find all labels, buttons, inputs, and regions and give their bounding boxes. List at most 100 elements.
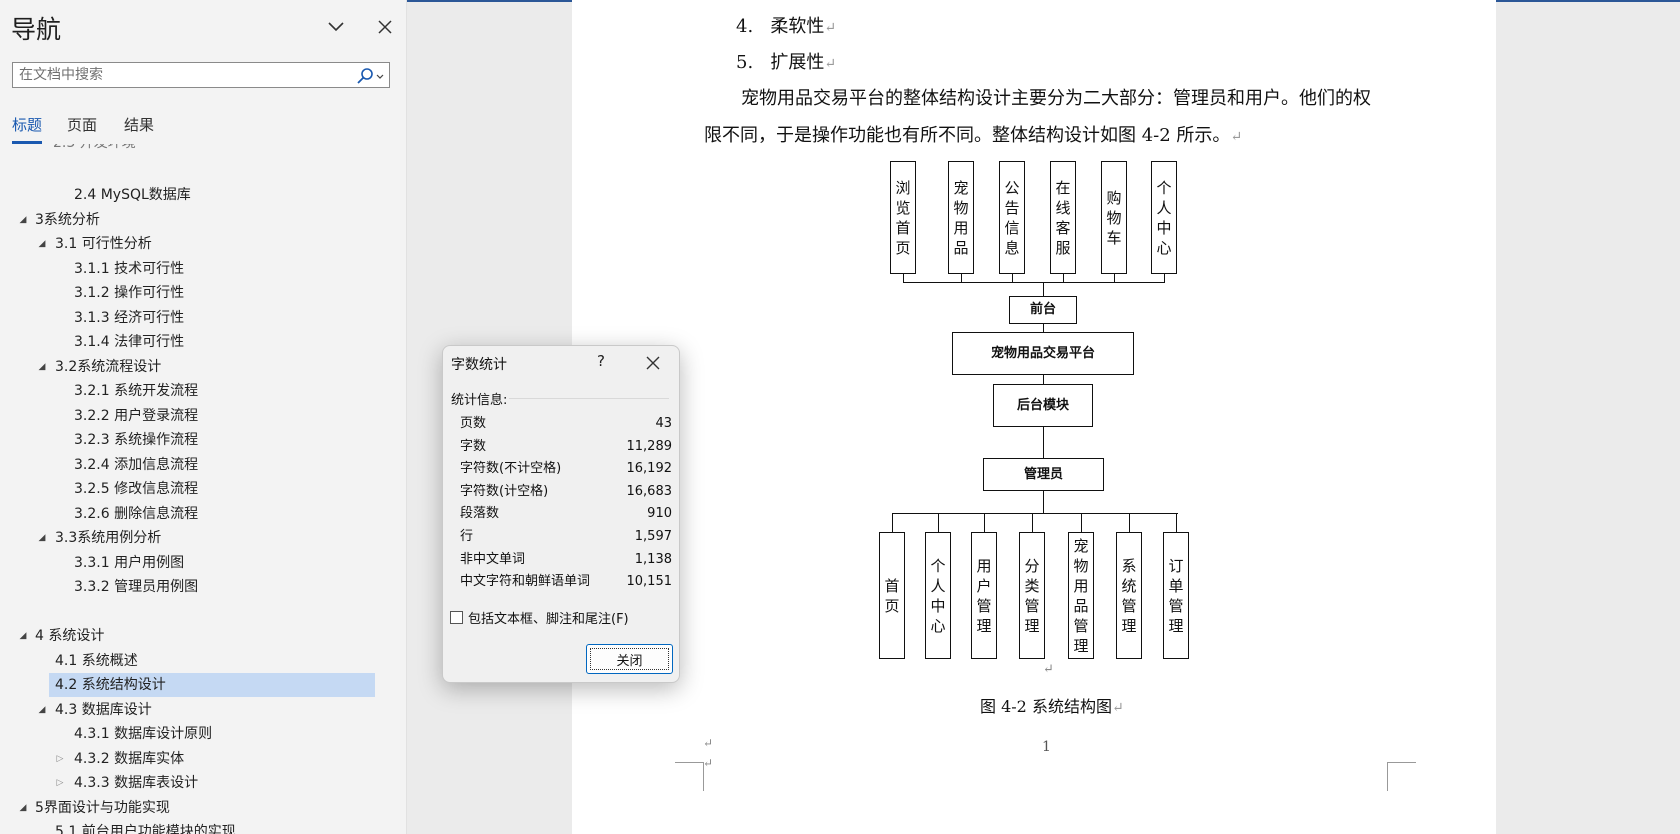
stat-row: 段落数 910 <box>460 503 672 525</box>
tree-item[interactable]: 3.2系统流程设计 <box>55 356 161 378</box>
diagram-box: 系统管理 <box>1116 532 1142 659</box>
expanded-arrow-icon[interactable] <box>37 233 47 255</box>
page-number: 1 <box>1042 739 1051 755</box>
diagram-box: 购物车 <box>1101 161 1127 274</box>
expanded-arrow-icon[interactable] <box>37 356 47 378</box>
nav-title: 导航 <box>11 15 62 44</box>
paragraph-line-1: 宠物用品交易平台的整体结构设计主要分为二大部分：管理员和用户。他们的权 <box>741 88 1371 109</box>
stat-row: 字符数(计空格) 16,683 <box>460 481 672 503</box>
tree-item[interactable]: 3.1.3 经济可行性 <box>74 307 184 329</box>
checkbox-label: 包括文本框、脚注和尾注(F) <box>468 612 629 627</box>
tree-item[interactable]: 3.2.6 删除信息流程 <box>74 503 198 525</box>
diagram-box: 个人中心 <box>1151 161 1177 274</box>
diagram-box-label: 管理员 <box>1023 466 1063 482</box>
nav-close-icon[interactable] <box>374 16 396 38</box>
close-button[interactable]: 关闭 <box>586 644 673 674</box>
tree-item[interactable]: 4.3.1 数据库设计原则 <box>74 723 212 745</box>
expanded-arrow-icon[interactable] <box>18 797 28 819</box>
stat-value: 1,138 <box>634 551 672 567</box>
diagram-box: 管理员 <box>983 458 1104 491</box>
tree-item-partial[interactable]: 2.3 开发环境 <box>53 144 136 152</box>
diagram-box-label: 购物车 <box>1106 188 1122 247</box>
connector-line <box>1043 491 1044 513</box>
search-icon[interactable] <box>355 67 385 85</box>
collapsed-arrow-icon[interactable] <box>55 748 65 770</box>
tree-item[interactable]: 4.2 系统结构设计 <box>55 674 166 696</box>
tree-item[interactable]: 3.1.2 操作可行性 <box>74 282 184 304</box>
connector-line <box>1129 513 1130 532</box>
stat-row: 页数 43 <box>460 413 672 435</box>
nav-options-chevron-icon[interactable] <box>325 16 347 38</box>
tree-item[interactable]: 4.1 系统概述 <box>55 650 138 672</box>
tree-item[interactable]: 3.3.1 用户用例图 <box>74 552 184 574</box>
list-item-4: 4. 柔软性↵ <box>736 12 836 38</box>
list-number: 4. <box>736 16 754 37</box>
checkbox-box[interactable] <box>450 611 463 624</box>
dialog-close-icon[interactable] <box>642 353 664 373</box>
stat-label: 字符数(不计空格) <box>460 461 562 477</box>
paragraph-mark: ↵ <box>703 736 714 750</box>
diagram-box: 浏览首页 <box>890 161 916 274</box>
stat-value: 43 <box>655 416 672 431</box>
stat-label: 段落数 <box>460 506 500 522</box>
nav-search-input[interactable] <box>19 65 349 85</box>
stat-row: 中文字符和朝鲜语单词 10,151 <box>460 571 672 593</box>
tree-item[interactable]: 5.1 前台用户功能模块的实现 <box>55 821 236 834</box>
tree-item[interactable]: 3.1 可行性分析 <box>55 233 152 255</box>
dialog-title: 字数统计 <box>451 357 507 373</box>
tree-item[interactable]: 2.4 MySQL数据库 <box>74 184 191 206</box>
tree-item[interactable]: 3.2.2 用户登录流程 <box>74 405 198 427</box>
tab-headings[interactable]: 标题 <box>12 114 43 144</box>
document-page: 4. 柔软性↵ 5. 扩展性↵ 宠物用品交易平台的整体结构设计主要分为二大部分：… <box>572 0 1496 834</box>
include-textboxes-checkbox[interactable]: 包括文本框、脚注和尾注(F) <box>450 608 629 627</box>
expanded-arrow-icon[interactable] <box>37 527 47 549</box>
expanded-arrow-icon[interactable] <box>18 625 28 647</box>
dialog-help-button[interactable]: ? <box>591 352 611 370</box>
tree-item[interactable]: 3.1.4 法律可行性 <box>74 331 184 353</box>
connector-line <box>1032 513 1033 532</box>
connector-line <box>1176 513 1177 532</box>
connector-line <box>1081 513 1082 532</box>
diagram-box: 宠物用品交易平台 <box>952 332 1134 375</box>
nav-search-box[interactable] <box>12 62 390 88</box>
diagram-box-label: 宠物用品管理 <box>1073 536 1089 655</box>
diagram-box-label: 分类管理 <box>1024 556 1040 635</box>
expanded-arrow-icon[interactable] <box>37 699 47 721</box>
diagram-box: 后台模块 <box>993 384 1093 427</box>
caption-text: 图 4-2 系统结构图 <box>980 697 1112 716</box>
margin-corner-mark <box>675 762 704 791</box>
stat-value: 1,597 <box>634 529 672 544</box>
tree-item[interactable]: 4.3.3 数据库表设计 <box>74 772 198 794</box>
collapsed-arrow-icon[interactable] <box>55 772 65 794</box>
tab-results[interactable]: 结果 <box>124 114 154 141</box>
tree-item[interactable]: 3.2.4 添加信息流程 <box>74 454 198 476</box>
diagram-box: 订单管理 <box>1163 532 1189 659</box>
connector-line <box>1043 282 1044 297</box>
tab-pages[interactable]: 页面 <box>67 114 97 141</box>
tree-item[interactable]: 4.3 数据库设计 <box>55 699 152 721</box>
diagram-box: 分类管理 <box>1019 532 1045 659</box>
diagram-box-label: 个人中心 <box>930 556 946 635</box>
tree-item[interactable]: 3.2.5 修改信息流程 <box>74 478 198 500</box>
tree-item[interactable]: 3系统分析 <box>35 209 100 231</box>
diagram-box-label: 宠物用品交易平台 <box>990 345 1095 361</box>
tree-item[interactable]: 3.2.1 系统开发流程 <box>74 380 198 402</box>
tree-item[interactable]: 3.3系统用例分析 <box>55 527 161 549</box>
heading-tree: 2.3 开发环境 2.4 MySQL数据库 3系统分析3.1 可行性分析 3.1.1… <box>0 144 406 834</box>
expanded-arrow-icon[interactable] <box>18 209 28 231</box>
diagram-box-label: 订单管理 <box>1168 556 1184 635</box>
tree-item[interactable]: 3.3.2 管理员用例图 <box>74 576 198 598</box>
tree-item[interactable]: 4 系统设计 <box>35 625 104 647</box>
tree-item[interactable]: 3.1.1 技术可行性 <box>74 258 184 280</box>
tree-item[interactable]: 4.3.2 数据库实体 <box>74 748 184 770</box>
paragraph-mark: ↵ <box>1111 700 1124 716</box>
stat-value: 910 <box>647 506 672 522</box>
stat-label: 字数 <box>460 438 487 454</box>
stat-label: 中文字符和朝鲜语单词 <box>460 574 591 590</box>
tree-item[interactable]: 3.2.3 系统操作流程 <box>74 429 198 451</box>
figure-caption: 图 4-2 系统结构图↵ <box>980 693 1124 717</box>
group-divider <box>509 398 669 399</box>
tree-item[interactable]: 5界面设计与功能实现 <box>35 797 170 819</box>
stat-value: 10,151 <box>626 574 673 590</box>
navigation-pane: 导航 标题 页面 结果 2.3 开发环境 2.4 MySQL数据库3系统分析3.… <box>0 0 407 834</box>
